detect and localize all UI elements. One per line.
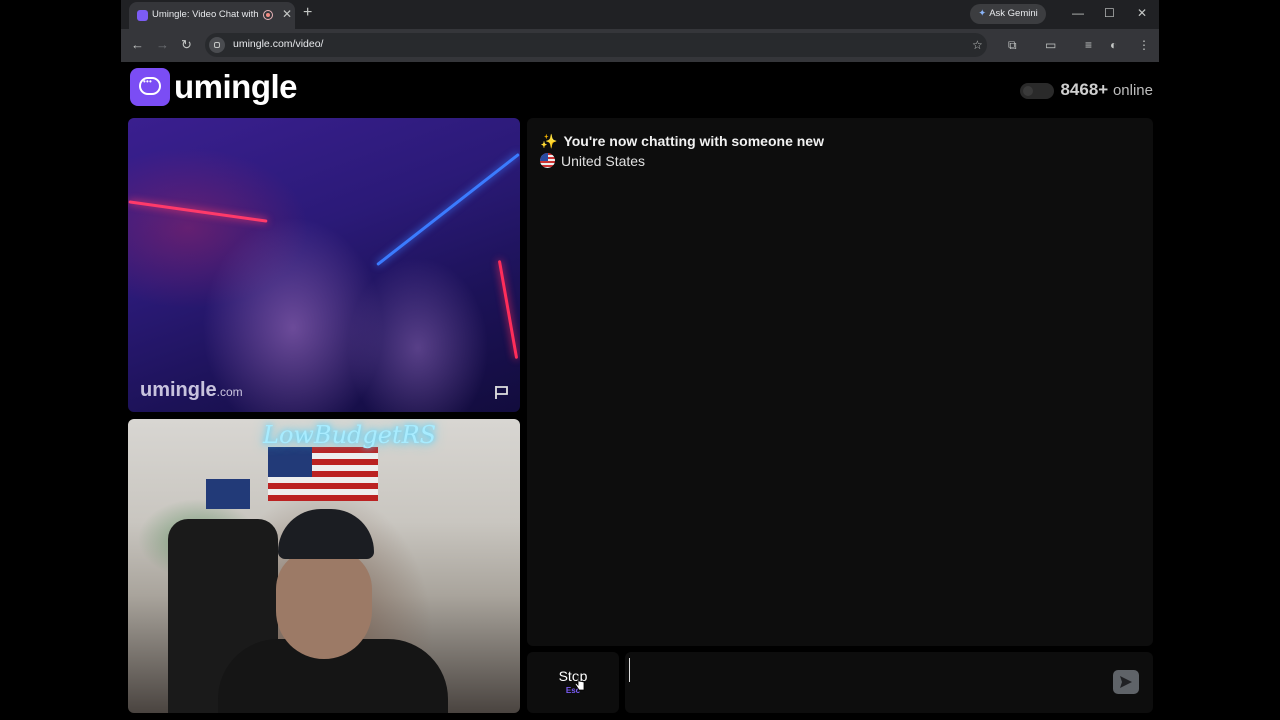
maximize-button[interactable]: ☐ (1104, 5, 1115, 21)
stop-label: Stop (558, 668, 588, 684)
watermark-domain: .com (216, 385, 243, 399)
extensions-icon[interactable]: ⧉ (1008, 37, 1017, 53)
browser-tab[interactable]: Umingle: Video Chat with S ✕ (129, 2, 295, 29)
tab-strip: Umingle: Video Chat with S ✕ + ✦ Ask Gemi… (121, 0, 1159, 29)
close-window-button[interactable]: ✕ (1137, 5, 1147, 21)
wall-flag (268, 447, 378, 501)
browser-menu-icon[interactable]: ⋮ (1138, 37, 1150, 53)
small-flag (206, 479, 250, 509)
site-logo-text[interactable]: umingle (174, 68, 298, 106)
tab-close-icon[interactable]: ✕ (282, 7, 292, 21)
cast-icon[interactable]: ▭ (1045, 37, 1056, 53)
umingle-page: umingle 8468+ online umingle.com LowB (121, 62, 1159, 720)
led-strip-red-vertical (497, 259, 519, 360)
partner-country: United States (540, 153, 645, 169)
partner-country-text: United States (561, 153, 646, 169)
online-count: 8468+ (1060, 80, 1109, 99)
browser-window: Umingle: Video Chat with S ✕ + ✦ Ask Gemi… (121, 0, 1159, 720)
stop-button[interactable]: Stop Esc (527, 652, 619, 713)
forward-arrow-icon[interactable]: → (156, 37, 169, 53)
minimize-button[interactable]: — (1072, 5, 1084, 21)
site-info-icon[interactable] (209, 37, 225, 53)
us-flag-icon (540, 153, 555, 168)
led-strip-red (128, 200, 268, 223)
recording-icon (263, 10, 273, 20)
flag-icon[interactable] (494, 385, 510, 400)
umingle-favicon-icon (137, 10, 148, 21)
mouse-cursor-icon (574, 675, 585, 691)
online-counter: 8468+ online (1020, 80, 1153, 100)
new-tab-button[interactable]: + (303, 4, 312, 22)
person-cap (278, 509, 374, 559)
message-composer (625, 652, 1153, 713)
address-bar[interactable]: umingle.com/video/ (205, 33, 987, 57)
back-arrow-icon[interactable]: ← (131, 37, 144, 53)
chat-bubble-icon (139, 77, 161, 95)
chat-status-text: You're now chatting with someone new (563, 133, 824, 149)
person-face (276, 549, 372, 659)
stranger-video: umingle.com (128, 118, 520, 412)
send-icon (1120, 676, 1132, 688)
theme-toggle[interactable] (1020, 82, 1055, 99)
online-label: online (1112, 82, 1153, 99)
gemini-spark-icon: ✦ (978, 8, 987, 19)
chat-status: ✨ You're now chatting with someone new (540, 133, 824, 150)
chat-panel: ✨ You're now chatting with someone new Un… (527, 118, 1153, 646)
address-url: umingle.com/video/ (233, 38, 324, 50)
led-strip-blue (376, 152, 520, 267)
neon-sign: LowBudgetRS (263, 421, 437, 449)
ask-gemini-label: Ask Gemini (989, 8, 1038, 19)
media-controls-icon[interactable]: ≡ (1085, 37, 1092, 53)
bookmark-star-icon[interactable]: ☆ (972, 37, 983, 53)
tab-title: Umingle: Video Chat with S (152, 9, 260, 20)
reload-icon[interactable]: ↻ (181, 37, 192, 53)
stop-shortcut-hint: Esc (565, 686, 581, 695)
watermark-brand: umingle (140, 379, 217, 401)
message-input[interactable] (629, 658, 1104, 682)
send-button[interactable] (1113, 670, 1139, 694)
browser-toolbar: ← → ↻ umingle.com/video/ ☆ ⧉ ▭ ≡ ◐ ⋮ (121, 29, 1159, 62)
umingle-logo-icon[interactable] (130, 68, 170, 106)
sparkles-icon: ✨ (540, 133, 558, 149)
umingle-watermark: umingle.com (140, 379, 243, 402)
self-video: LowBudgetRS (128, 419, 520, 713)
ask-gemini-button[interactable]: ✦ Ask Gemini (970, 4, 1046, 24)
profile-avatar-icon[interactable]: ◐ (1110, 37, 1117, 53)
